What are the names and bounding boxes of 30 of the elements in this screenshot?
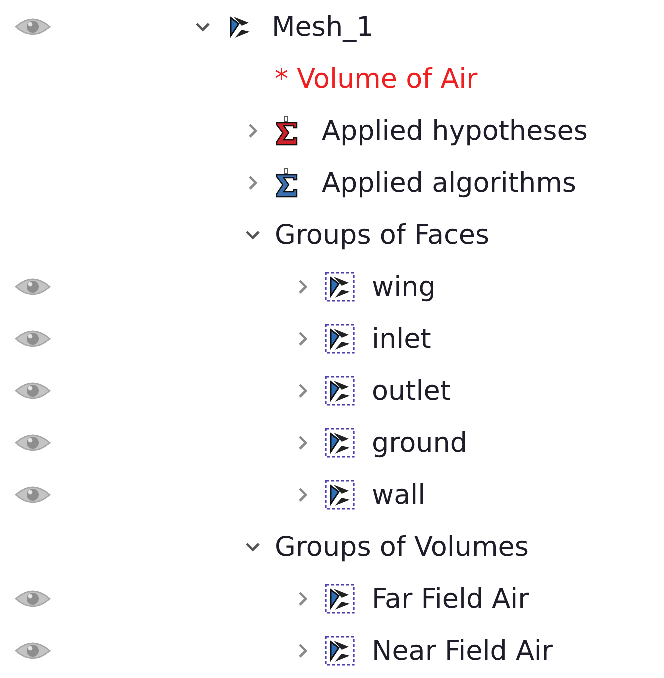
tree-item-label[interactable]: ground: [372, 428, 468, 458]
tree-item-label[interactable]: Near Field Air: [372, 636, 554, 666]
group-mesh-icon: [325, 376, 355, 406]
eye-icon[interactable]: [15, 640, 51, 662]
eye-icon[interactable]: [15, 16, 51, 38]
group-mesh-icon: [325, 324, 355, 354]
tree-item-label[interactable]: wall: [372, 480, 426, 510]
tree-item-label[interactable]: Mesh_1: [272, 12, 374, 42]
tree-item-label[interactable]: Groups of Faces: [275, 220, 490, 250]
group-mesh-icon: [325, 636, 355, 666]
tree-item-label[interactable]: Applied algorithms: [322, 168, 576, 198]
algorithms-sigma-icon: [275, 168, 299, 198]
eye-icon[interactable]: [15, 484, 51, 506]
tree-item-label[interactable]: inlet: [372, 324, 432, 354]
eye-icon[interactable]: [15, 588, 51, 610]
tree-item-label[interactable]: outlet: [372, 376, 451, 406]
group-mesh-icon: [325, 584, 355, 614]
tree-item-label[interactable]: Groups of Volumes: [275, 532, 529, 562]
tree-item-label[interactable]: Far Field Air: [372, 584, 530, 614]
eye-icon[interactable]: [15, 380, 51, 402]
tree-item-label[interactable]: Applied hypotheses: [322, 116, 588, 146]
group-mesh-icon: [325, 272, 355, 302]
hypotheses-sigma-icon: [275, 116, 299, 146]
group-mesh-icon: [325, 480, 355, 510]
tree-item-label[interactable]: wing: [372, 272, 436, 302]
eye-icon[interactable]: [15, 276, 51, 298]
eye-icon[interactable]: [15, 432, 51, 454]
tree-item-label[interactable]: * Volume of Air: [275, 64, 478, 94]
group-mesh-icon: [325, 428, 355, 458]
eye-icon[interactable]: [15, 328, 51, 350]
